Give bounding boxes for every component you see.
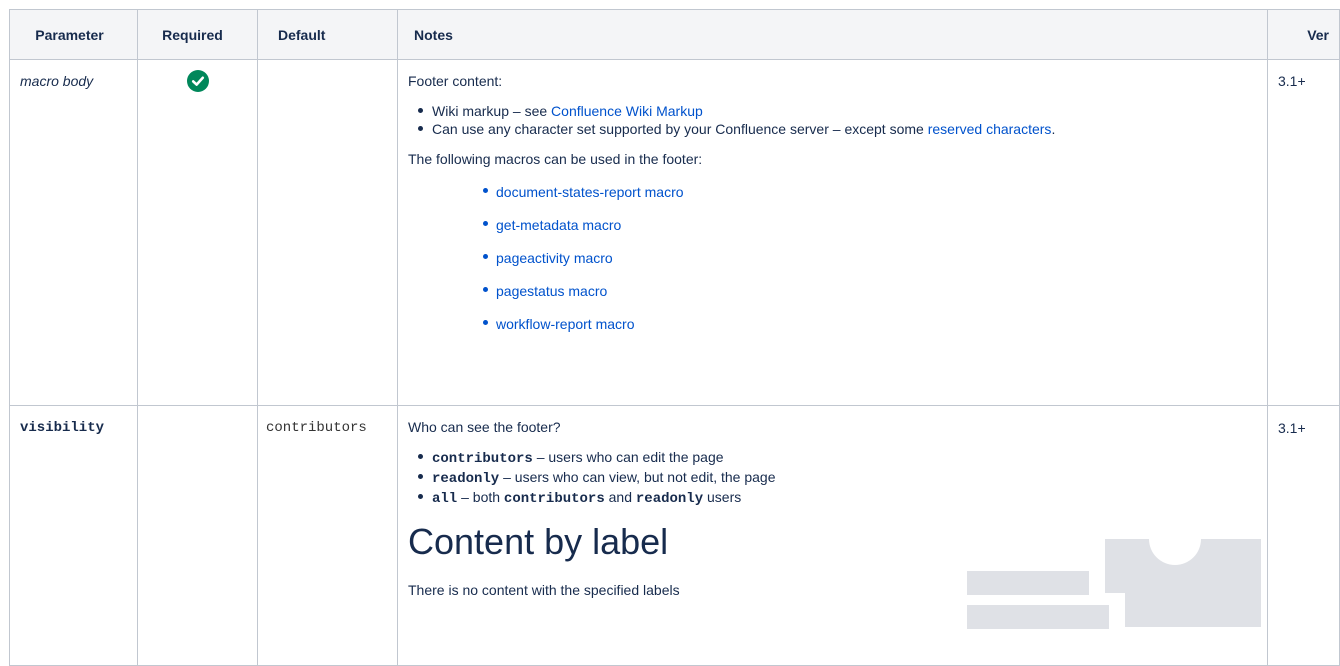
link-pagestatus-macro[interactable]: pagestatus macro <box>496 283 607 299</box>
notes-bullets: Wiki markup – see Confluence Wiki Markup… <box>408 102 1257 138</box>
table-row: macro body Footer content: Wiki markup –… <box>9 59 1340 406</box>
notes-intro: Footer content: <box>408 73 503 89</box>
list-item: document-states-report macro <box>483 183 1257 201</box>
page: Parameter Required Default Notes Ver mac… <box>0 0 1340 666</box>
ver-cell: 3.1+ <box>1267 405 1340 666</box>
header-default: Default <box>257 9 398 60</box>
header-required: Required <box>137 9 258 60</box>
required-cell <box>137 405 258 666</box>
link-reserved-characters[interactable]: reserved characters <box>928 121 1052 137</box>
list-item: all – both contributors and readonly use… <box>418 488 1257 508</box>
ver-value: 3.1+ <box>1278 73 1306 89</box>
illustration-block <box>1105 539 1261 627</box>
param-cell: macro body <box>9 59 138 406</box>
param-name: visibility <box>20 420 105 436</box>
list-item: pagestatus macro <box>483 282 1257 300</box>
link-pageactivity-macro[interactable]: pageactivity macro <box>496 250 613 266</box>
list-item: pageactivity macro <box>483 249 1257 267</box>
link-confluence-wiki-markup[interactable]: Confluence Wiki Markup <box>551 103 703 119</box>
list-item: readonly – users who can view, but not e… <box>418 468 1257 488</box>
link-get-metadata-macro[interactable]: get-metadata macro <box>496 217 621 233</box>
required-cell <box>137 59 258 406</box>
param-name: macro body <box>20 73 94 89</box>
list-item: Can use any character set supported by y… <box>418 120 1257 138</box>
header-row: Parameter Required Default Notes Ver <box>9 9 1340 60</box>
macro-links-list: document-states-report macro get-metadat… <box>408 183 1257 333</box>
default-cell: contributors <box>257 405 398 666</box>
param-cell: visibility <box>9 405 138 666</box>
empty-state-illustration <box>967 539 1261 629</box>
notes-cell: Footer content: Wiki markup – see Conflu… <box>397 59 1268 406</box>
check-circle-icon <box>186 70 209 92</box>
list-item: Wiki markup – see Confluence Wiki Markup <box>418 102 1257 120</box>
header-parameter: Parameter <box>9 9 138 60</box>
list-item: contributors – users who can edit the pa… <box>418 448 1257 468</box>
default-value: contributors <box>266 420 367 436</box>
link-document-states-report-macro[interactable]: document-states-report macro <box>496 184 684 200</box>
illustration-bar-top <box>967 571 1089 595</box>
default-cell <box>257 59 398 406</box>
ver-value: 3.1+ <box>1278 420 1306 436</box>
notes-intro: Who can see the footer? <box>408 419 561 435</box>
ver-cell: 3.1+ <box>1267 59 1340 406</box>
macros-intro: The following macros can be used in the … <box>408 151 703 167</box>
list-item: get-metadata macro <box>483 216 1257 234</box>
header-ver: Ver <box>1267 9 1340 60</box>
list-item: workflow-report macro <box>483 315 1257 333</box>
header-notes: Notes <box>397 9 1268 60</box>
link-workflow-report-macro[interactable]: workflow-report macro <box>496 316 634 332</box>
visibility-options: contributors – users who can edit the pa… <box>408 448 1257 508</box>
illustration-bar-bottom <box>967 605 1109 629</box>
